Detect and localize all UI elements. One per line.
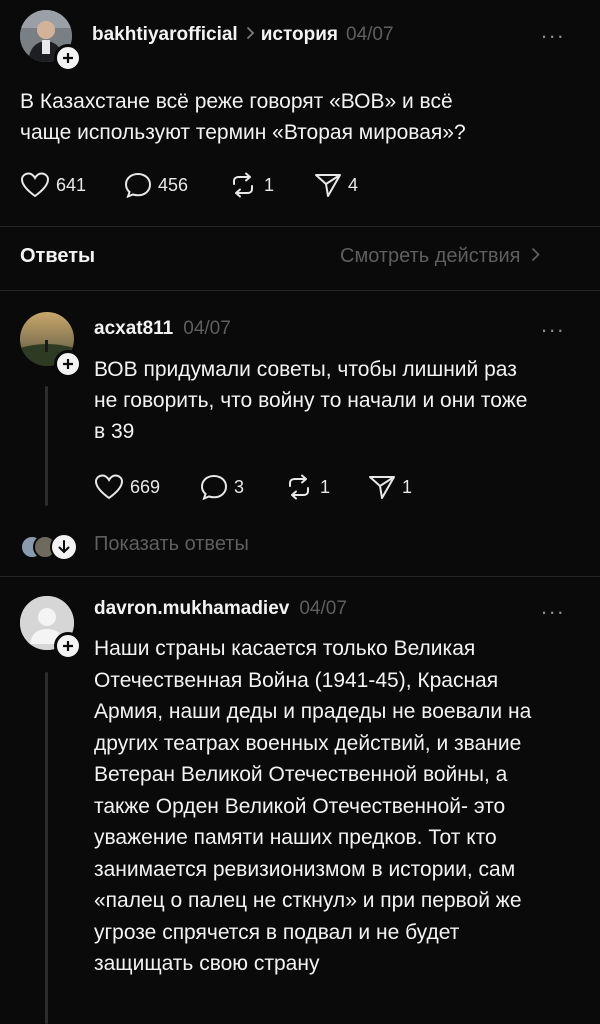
- reply2-text-line: Ветеран Великой Отечественной войны, а: [94, 763, 508, 786]
- reply2-text-line: угрозе спрячется в подвал и не будет: [94, 920, 460, 944]
- reply2-text-line: защищать свою страну: [94, 952, 320, 975]
- post-like-button[interactable]: 641: [20, 172, 86, 198]
- chevron-right-icon: [246, 26, 255, 45]
- reply1-share-count: 1: [402, 476, 413, 497]
- reply1-text-line: в 39: [94, 420, 135, 443]
- post-text-line: В Казахстане всё реже говорят «ВОВ» и вс…: [20, 90, 453, 113]
- send-icon: [315, 174, 341, 197]
- send-icon: [369, 476, 395, 499]
- post-text-line: чаще используют термин «Вторая мировая»?: [20, 121, 466, 144]
- post-repost-count: 1: [264, 174, 275, 195]
- replies-title: Ответы: [20, 245, 96, 267]
- reply2-header: davron.mukhamadiev 04/07: [94, 598, 347, 620]
- reply2-text-line: других театрах военных действий, и звани…: [94, 731, 522, 755]
- post-comment-count: 456: [158, 174, 189, 195]
- reply1-text-line: ВОВ придумали советы, чтобы лишний раз: [94, 358, 517, 381]
- post-text: В Казахстане всё реже говорят «ВОВ» и вс…: [20, 86, 466, 148]
- reply2-date: 04/07: [299, 598, 347, 619]
- heart-icon: [20, 172, 50, 198]
- post-repost-button[interactable]: 1: [228, 172, 274, 198]
- repost-icon: [233, 172, 253, 198]
- reply2-more-icon[interactable]: ...: [541, 594, 565, 620]
- heart-icon: [94, 474, 124, 500]
- post-share-button[interactable]: 4: [314, 172, 358, 198]
- divider: [0, 576, 600, 577]
- show-replies-link[interactable]: Показать ответы: [94, 533, 249, 556]
- expand-down-icon: [50, 533, 78, 561]
- post-username[interactable]: bakhtiyarofficial: [92, 24, 238, 46]
- reply2-text-line: Наши страны касается только Великая: [94, 637, 476, 660]
- reply2-text-line: Отечественная Война (1941-45), Красная: [94, 668, 499, 692]
- reply2-text-line: «палец о палец не сткнул» и при первой ж…: [94, 889, 522, 912]
- divider: [0, 226, 600, 227]
- reply1-like-button[interactable]: 669: [94, 474, 160, 500]
- comment-bubble-icon: [124, 172, 152, 198]
- reply1-like-count: 669: [130, 476, 161, 497]
- show-replies-avatars[interactable]: [20, 531, 80, 561]
- reply1-more-icon[interactable]: ...: [541, 312, 565, 338]
- post-like-count: 641: [56, 174, 87, 195]
- post-comment-button[interactable]: 456: [124, 172, 188, 198]
- thread-line: [45, 672, 48, 1024]
- post-share-count: 4: [348, 174, 359, 195]
- reply1-repost-button[interactable]: 1: [284, 474, 330, 500]
- reply1-comment-count: 3: [234, 476, 245, 497]
- reply2-text: Наши страны касается только Великая Отеч…: [94, 633, 531, 980]
- post-more-icon[interactable]: ...: [541, 18, 565, 44]
- reply2-text-line: занимается ревизионизмом в истории, сам: [94, 857, 516, 881]
- follow-plus-icon[interactable]: [54, 350, 82, 378]
- chevron-right-icon: [531, 245, 540, 268]
- reply2-username[interactable]: davron.mukhamadiev: [94, 598, 289, 620]
- post-header: bakhtiyarofficial история 04/07: [92, 24, 394, 46]
- follow-plus-icon[interactable]: [54, 44, 82, 72]
- reply1-header: acxat811 04/07: [94, 318, 231, 340]
- post-date: 04/07: [346, 24, 394, 45]
- reply2-text-line: также Орден Великой Отечественной- это: [94, 794, 506, 818]
- view-activity-label: Смотреть действия: [340, 245, 521, 267]
- follow-plus-icon[interactable]: [54, 632, 82, 660]
- reply1-username[interactable]: acxat811: [94, 318, 173, 340]
- repost-icon: [289, 474, 309, 500]
- reply2-text-line: уважение памяти наших предков. Тот кто: [94, 826, 497, 849]
- comment-bubble-icon: [200, 474, 228, 500]
- reply1-text: ВОВ придумали советы, чтобы лишний раз н…: [94, 354, 527, 447]
- divider: [0, 290, 600, 291]
- reply2-text-line: Армия, наши деды и прадеды не воевали на: [94, 700, 532, 723]
- reply1-repost-count: 1: [320, 476, 331, 497]
- reply1-date: 04/07: [183, 318, 231, 339]
- view-activity-link[interactable]: Смотреть действия: [340, 245, 540, 268]
- reply1-share-button[interactable]: 1: [368, 474, 412, 500]
- thread-line: [45, 386, 48, 506]
- reply1-text-line: не говорить, что войну то начали и они т…: [94, 389, 528, 412]
- post-topic[interactable]: история: [261, 24, 338, 46]
- reply1-comment-button[interactable]: 3: [200, 474, 244, 500]
